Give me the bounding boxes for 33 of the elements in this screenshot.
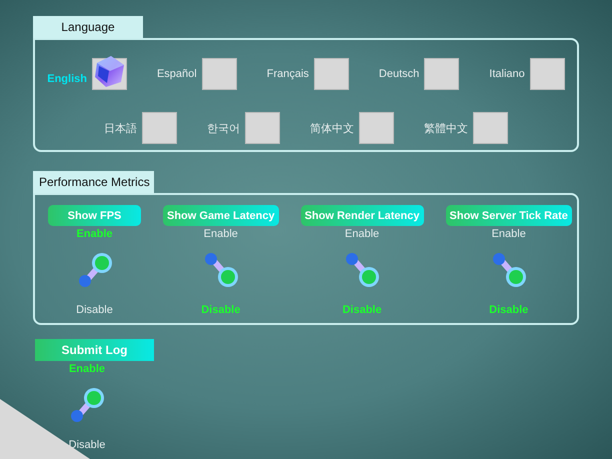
language-checkbox[interactable] bbox=[473, 112, 508, 144]
metric-button[interactable]: Show FPS bbox=[48, 205, 141, 226]
language-label[interactable]: Español bbox=[156, 68, 197, 80]
language-label[interactable]: 日本語 bbox=[104, 120, 137, 136]
metric-button[interactable]: Show Render Latency bbox=[300, 205, 424, 226]
language-label[interactable]: 简体中文 bbox=[310, 120, 354, 136]
language-checkbox[interactable] bbox=[202, 58, 237, 90]
language-label[interactable]: 繁體中文 bbox=[424, 120, 468, 136]
language-label[interactable]: Français bbox=[266, 68, 309, 80]
language-checkbox[interactable] bbox=[314, 58, 349, 90]
enable-label[interactable]: Enable bbox=[492, 228, 526, 240]
language-label[interactable]: Italiano bbox=[489, 68, 525, 80]
language-label[interactable]: Deutsch bbox=[378, 68, 420, 80]
submit-log-button[interactable]: Submit Log bbox=[35, 339, 154, 361]
disable-label[interactable]: Disable bbox=[68, 439, 106, 451]
enable-label[interactable]: Enable bbox=[344, 228, 380, 240]
language-checkbox[interactable] bbox=[359, 112, 394, 144]
enable-label[interactable]: Enable bbox=[204, 228, 238, 240]
enable-label[interactable]: Enable bbox=[68, 363, 106, 375]
language-checkbox[interactable] bbox=[424, 58, 460, 90]
disable-label[interactable]: Disable bbox=[76, 304, 113, 316]
disable-label[interactable]: Disable bbox=[201, 304, 240, 316]
disable-label[interactable]: Disable bbox=[489, 304, 528, 316]
metric-button[interactable]: Show Server Tick Rate bbox=[446, 205, 572, 226]
language-label[interactable]: English bbox=[47, 73, 87, 85]
language-checkbox[interactable] bbox=[92, 58, 127, 90]
language-checkbox[interactable] bbox=[245, 112, 280, 144]
enable-label[interactable]: Enable bbox=[76, 228, 113, 240]
language-label[interactable]: 한국어 bbox=[207, 120, 240, 136]
metric-button[interactable]: Show Game Latency bbox=[163, 205, 279, 226]
language-checkbox[interactable] bbox=[142, 112, 177, 144]
language-checkbox[interactable] bbox=[530, 58, 565, 90]
disable-label[interactable]: Disable bbox=[342, 304, 382, 316]
